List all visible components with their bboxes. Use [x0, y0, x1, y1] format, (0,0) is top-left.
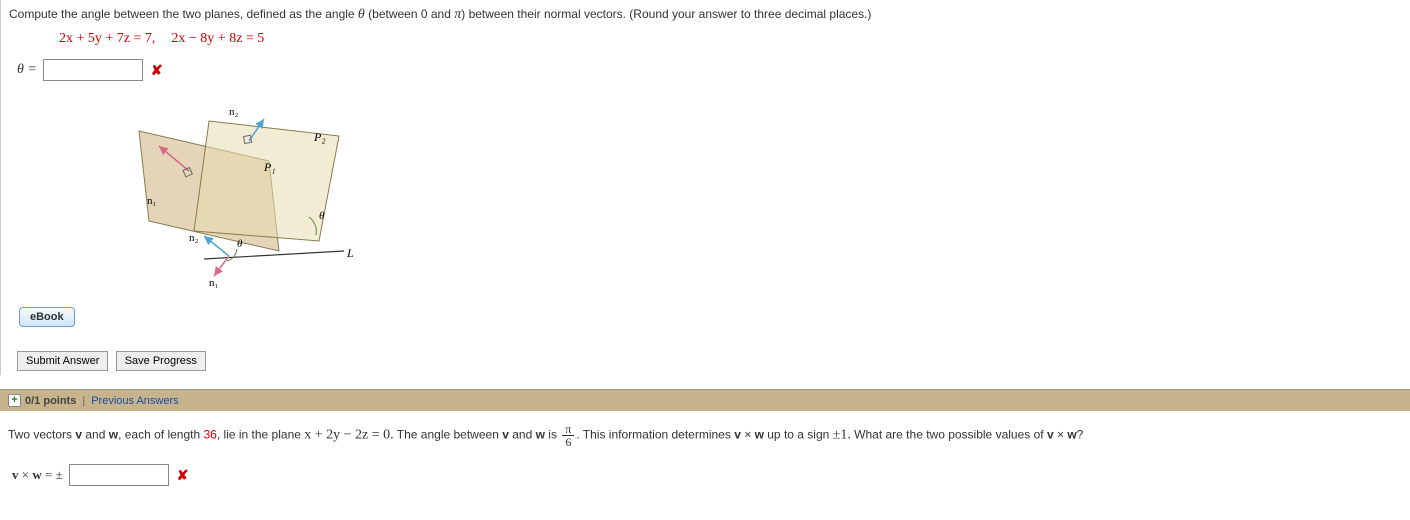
q2-text: Two vectors [8, 428, 75, 442]
vector-v: v [734, 428, 741, 442]
expand-icon[interactable]: + [8, 394, 21, 407]
q2-text: is [545, 428, 560, 442]
cross-symbol: × [1054, 428, 1068, 442]
question1-area: Compute the angle between the two planes… [0, 0, 1410, 375]
pm1: ±1. [833, 428, 851, 443]
theta-equals-label: θ = [17, 62, 37, 78]
submit-bar: Submit Answer Save Progress [17, 351, 1402, 371]
q2-text: . This information determines [576, 428, 734, 442]
wrong-icon: ✘ [151, 62, 163, 79]
q2-text: and [82, 428, 109, 442]
prompt-text: (between 0 and [365, 7, 454, 21]
label-n1-bottom: n₁ [209, 277, 219, 289]
question2-area: Two vectors v and w, each of length 36, … [0, 411, 1410, 490]
label-theta2: θ [319, 210, 325, 222]
prompt-text: Compute the angle between the two planes… [9, 7, 358, 21]
cross-product-label: v × w = ± [12, 467, 63, 483]
vector-v: v [1047, 428, 1054, 442]
vector-w: w [755, 428, 764, 442]
question1-prompt: Compute the angle between the two planes… [9, 4, 1402, 25]
q2-text: The angle between [394, 428, 503, 442]
vector-v: v [502, 428, 509, 442]
separator: | [82, 395, 85, 407]
prompt-text: ) between their normal vectors. (Round y… [461, 7, 871, 21]
previous-answers-link[interactable]: Previous Answers [91, 395, 178, 407]
points-text: 0/1 points [25, 395, 76, 407]
q2-text: up to a sign [764, 428, 833, 442]
label-n2-bottom: n₂ [189, 232, 199, 244]
save-progress-button[interactable]: Save Progress [116, 351, 206, 371]
points-bar: + 0/1 points | Previous Answers [0, 389, 1410, 411]
plane-equations: 2x + 5y + 7z = 7, 2x − 8y + 8z = 5 [59, 31, 1402, 47]
answer-row-2: v × w = ± ✘ [12, 464, 1402, 486]
label-P2: P₂ [313, 130, 326, 144]
q2-text: ? [1077, 428, 1084, 442]
label-n2-top: n₂ [229, 106, 239, 118]
vector-w: w [536, 428, 545, 442]
submit-answer-button[interactable]: Submit Answer [17, 351, 108, 371]
vector-w: w [1067, 428, 1076, 442]
label-n1-top: n₁ [147, 195, 157, 207]
q2-text: and [509, 428, 536, 442]
equation2: 2x − 8y + 8z = 5 [171, 31, 264, 46]
length-value: 36 [204, 428, 217, 442]
question2-prompt: Two vectors v and w, each of length 36, … [8, 423, 1402, 448]
q2-text: What are the two possible values of [851, 428, 1047, 442]
cross-product-input[interactable] [69, 464, 169, 486]
label-L: L [346, 246, 354, 260]
vector-w: w [109, 428, 118, 442]
ebook-button[interactable]: eBook [19, 307, 75, 327]
q2-text: , lie in the plane [217, 428, 304, 442]
frac-denominator: 6 [562, 436, 574, 448]
label-P1: P₁ [263, 160, 276, 174]
theta-symbol: θ [358, 7, 365, 22]
angle-fraction: π6 [562, 423, 574, 448]
theta-input[interactable] [43, 59, 143, 81]
q2-text: , each of length [118, 428, 203, 442]
label-theta1: θ [237, 238, 243, 250]
wrong-icon: ✘ [177, 467, 189, 484]
cross-symbol: × [741, 428, 755, 442]
plane-eq: x + 2y − 2z = 0. [304, 428, 393, 443]
planes-figure: n₂ n₁ P₁ P₂ n₂ n₁ θ θ L [109, 101, 359, 291]
equation1: 2x + 5y + 7z = 7, [59, 31, 155, 46]
answer-row-1: θ = ✘ [17, 59, 1402, 81]
normal-n1-bottom [214, 256, 229, 276]
